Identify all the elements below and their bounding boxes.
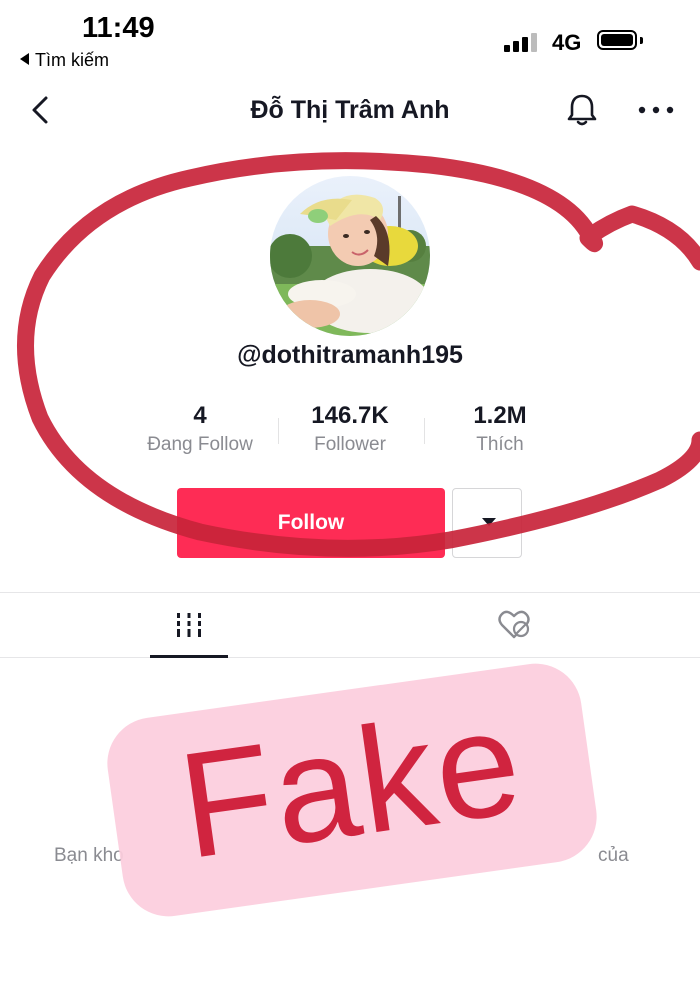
hidden-heart-icon (498, 610, 530, 639)
network-type: 4G (552, 30, 582, 55)
status-time: 11:49 (82, 12, 155, 44)
battery-tip (640, 37, 643, 44)
active-tab-indicator (150, 655, 228, 658)
stat-likes-value: 1.2M (473, 402, 527, 429)
stat-divider (424, 418, 425, 444)
back-triangle-icon (20, 53, 29, 65)
profile-nav-bar: Đỗ Thị Trâm Anh (0, 80, 700, 140)
stat-following-value: 4 (193, 402, 207, 429)
battery-icon (597, 30, 637, 50)
stat-following[interactable]: 4 Đang Follow (138, 402, 262, 456)
bell-icon[interactable] (562, 90, 602, 130)
stat-followers-label: Follower (314, 434, 386, 455)
fake-stamp-text: Fake (170, 676, 532, 891)
stat-divider (278, 418, 279, 444)
stat-following-label: Đang Follow (147, 434, 253, 455)
profile-username: @dothitramanh195 (237, 341, 463, 369)
signal-strength-icon (504, 32, 542, 52)
more-horizontal-icon[interactable] (634, 90, 678, 130)
caret-down-icon (482, 518, 496, 526)
status-bar: 11:49 Tìm kiếm 4G (0, 0, 700, 80)
follow-button[interactable]: Follow (177, 488, 445, 558)
suggested-accounts-button[interactable] (452, 488, 522, 558)
back-to-app-link[interactable]: Tìm kiếm (20, 50, 109, 71)
avatar[interactable] (270, 176, 430, 336)
stat-followers[interactable]: 146.7K Follower (292, 402, 408, 456)
stat-followers-value: 146.7K (311, 402, 389, 429)
avatar-photo (270, 176, 430, 336)
fake-stamp-overlay: Fake (101, 657, 603, 923)
empty-state-text-right: của (598, 845, 629, 866)
tab-videos[interactable] (150, 593, 228, 658)
stat-likes[interactable]: 1.2M Thích (450, 402, 550, 456)
back-to-app-label: Tìm kiếm (35, 50, 109, 70)
grid-icon (177, 613, 201, 637)
stat-likes-label: Thích (476, 434, 524, 455)
tab-liked[interactable] (488, 593, 540, 657)
empty-state-text-left: Bạn kho (54, 845, 124, 866)
profile-tab-bar (0, 592, 700, 658)
